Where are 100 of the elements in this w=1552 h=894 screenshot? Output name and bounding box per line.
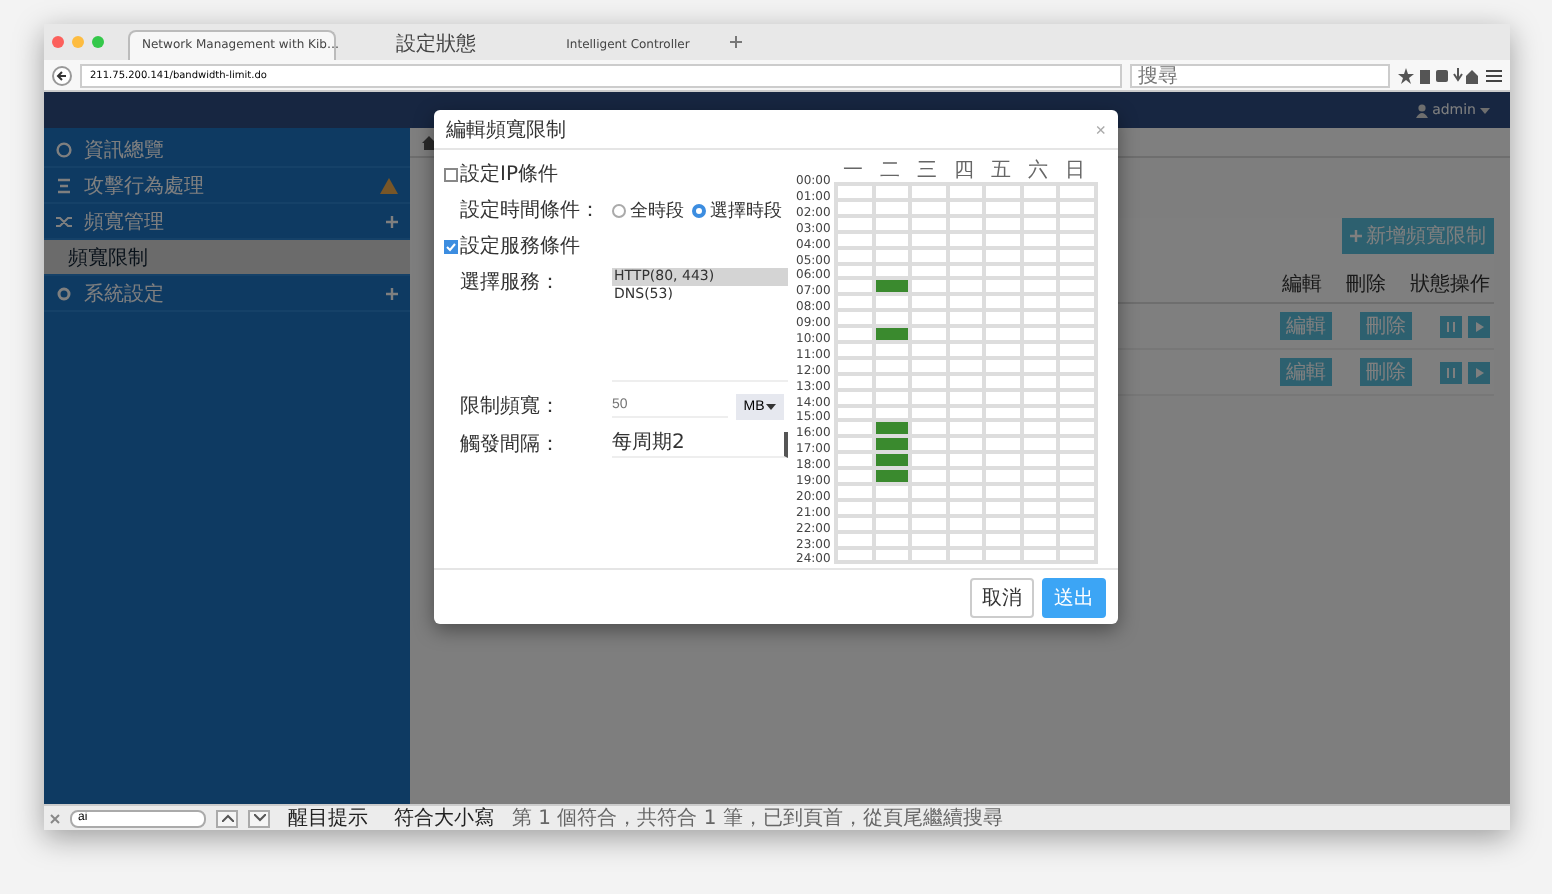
- schedule-cell[interactable]: [984, 515, 1022, 532]
- schedule-cell[interactable]: [836, 310, 874, 327]
- schedule-cell[interactable]: [984, 326, 1022, 342]
- schedule-cell[interactable]: [1058, 341, 1096, 358]
- schedule-cell[interactable]: [910, 468, 948, 484]
- schedule-cell[interactable]: [836, 215, 874, 232]
- schedule-cell[interactable]: [836, 199, 874, 216]
- schedule-cell[interactable]: [873, 531, 911, 548]
- schedule-cell[interactable]: [984, 310, 1022, 327]
- schedule-cell[interactable]: [947, 420, 985, 437]
- schedule-cell[interactable]: [1021, 184, 1059, 200]
- schedule-cell[interactable]: [947, 547, 985, 563]
- schedule-cell[interactable]: [984, 531, 1022, 548]
- schedule-cell[interactable]: [836, 499, 874, 516]
- schedule-cell[interactable]: [873, 547, 911, 563]
- schedule-cell[interactable]: [947, 389, 985, 406]
- schedule-cell[interactable]: [873, 357, 911, 374]
- next-button[interactable]: [248, 809, 270, 827]
- schedule-cell[interactable]: [1058, 547, 1096, 563]
- schedule-cell[interactable]: [984, 247, 1022, 264]
- schedule-cell[interactable]: [1021, 468, 1059, 484]
- schedule-cell[interactable]: [1021, 231, 1059, 248]
- schedule-cell[interactable]: [873, 515, 911, 532]
- schedule-cell[interactable]: [873, 231, 911, 248]
- schedule-cell[interactable]: [873, 247, 911, 264]
- schedule-cell[interactable]: [910, 389, 948, 406]
- schedule-cell[interactable]: [836, 515, 874, 532]
- schedule-cell[interactable]: [984, 452, 1022, 469]
- schedule-cell[interactable]: [947, 341, 985, 358]
- schedule-cell[interactable]: [1021, 436, 1059, 453]
- schedule-cell[interactable]: [1021, 341, 1059, 358]
- schedule-cell[interactable]: [984, 420, 1022, 437]
- schedule-cell[interactable]: [836, 373, 874, 390]
- schedule-cell[interactable]: [947, 405, 985, 421]
- schedule-cell[interactable]: [1021, 247, 1059, 264]
- schedule-cell[interactable]: [1058, 499, 1096, 516]
- schedule-cell[interactable]: [1058, 263, 1096, 279]
- checkbox[interactable]: [444, 239, 458, 254]
- schedule-cell[interactable]: [947, 468, 985, 484]
- schedule-cell[interactable]: [1058, 436, 1096, 453]
- schedule-cell[interactable]: [947, 483, 985, 500]
- schedule-cell[interactable]: [1021, 326, 1059, 342]
- schedule-cell[interactable]: [1058, 247, 1096, 264]
- schedule-cell[interactable]: [836, 420, 874, 437]
- schedule-cell[interactable]: [873, 483, 911, 500]
- maximize-dot[interactable]: [92, 36, 104, 48]
- schedule-cell[interactable]: [910, 531, 948, 548]
- schedule-cell[interactable]: [873, 373, 911, 390]
- schedule-cell[interactable]: [947, 499, 985, 516]
- schedule-cell[interactable]: [873, 452, 911, 469]
- menu-icon[interactable]: [1486, 67, 1502, 83]
- schedule-cell[interactable]: [947, 436, 985, 453]
- schedule-cell[interactable]: [1021, 499, 1059, 516]
- schedule-cell[interactable]: [910, 263, 948, 279]
- close-dot[interactable]: [52, 36, 64, 48]
- schedule-cell[interactable]: [984, 436, 1022, 453]
- schedule-cell[interactable]: [873, 215, 911, 232]
- schedule-cell[interactable]: [984, 499, 1022, 516]
- cancel-button[interactable]: 取消: [970, 577, 1034, 618]
- schedule-cell[interactable]: [873, 184, 911, 200]
- schedule-cell[interactable]: [1021, 294, 1059, 311]
- schedule-cell[interactable]: [910, 199, 948, 216]
- schedule-cell[interactable]: [984, 199, 1022, 216]
- schedule-cell[interactable]: [984, 357, 1022, 374]
- schedule-cell[interactable]: [1021, 199, 1059, 216]
- schedule-cell[interactable]: [836, 483, 874, 500]
- schedule-cell[interactable]: [836, 231, 874, 248]
- schedule-cell[interactable]: [1058, 468, 1096, 484]
- schedule-cell[interactable]: [947, 531, 985, 548]
- schedule-cell[interactable]: [836, 341, 874, 358]
- schedule-cell[interactable]: [1058, 215, 1096, 232]
- checkbox[interactable]: [444, 167, 458, 182]
- schedule-cell[interactable]: [1021, 405, 1059, 421]
- schedule-cell[interactable]: [947, 452, 985, 469]
- schedule-cell[interactable]: [984, 389, 1022, 406]
- close-icon[interactable]: [50, 813, 60, 823]
- home-icon[interactable]: [422, 135, 436, 149]
- schedule-cell[interactable]: [947, 278, 985, 295]
- schedule-cell[interactable]: [984, 547, 1022, 563]
- schedule-cell[interactable]: [836, 326, 874, 342]
- schedule-cell[interactable]: [984, 405, 1022, 421]
- schedule-cell[interactable]: [1058, 531, 1096, 548]
- radio-button[interactable]: [692, 203, 706, 218]
- schedule-cell[interactable]: [836, 263, 874, 279]
- schedule-cell[interactable]: [947, 326, 985, 342]
- schedule-cell[interactable]: [836, 294, 874, 311]
- schedule-cell[interactable]: [1058, 199, 1096, 216]
- schedule-cell[interactable]: [1021, 215, 1059, 232]
- schedule-cell[interactable]: [984, 341, 1022, 358]
- schedule-cell[interactable]: [836, 468, 874, 484]
- schedule-cell[interactable]: [984, 263, 1022, 279]
- schedule-cell[interactable]: [873, 468, 911, 484]
- schedule-cell[interactable]: [910, 294, 948, 311]
- radio-button[interactable]: [612, 203, 626, 218]
- schedule-cell[interactable]: [910, 373, 948, 390]
- interval-select[interactable]: 每周期2: [612, 431, 788, 458]
- schedule-cell[interactable]: [1021, 357, 1059, 374]
- schedule-cell[interactable]: [1021, 515, 1059, 532]
- schedule-cell[interactable]: [1058, 483, 1096, 500]
- schedule-cell[interactable]: [910, 231, 948, 248]
